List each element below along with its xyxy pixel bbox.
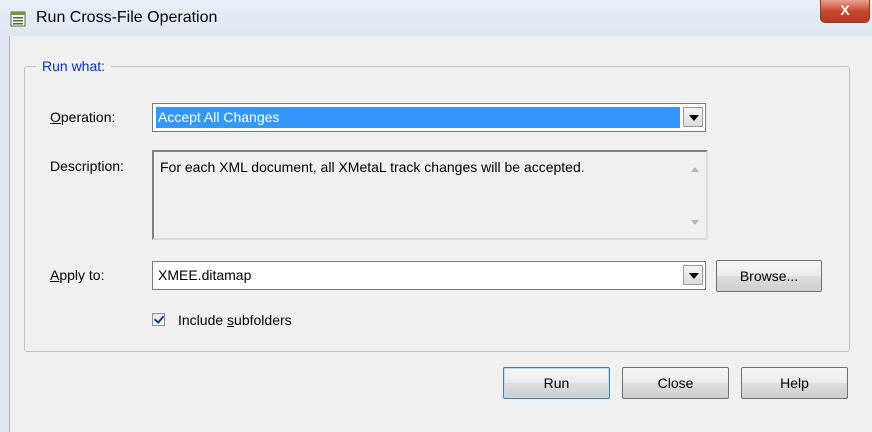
apply-to-combo[interactable]: XMEE.ditamap — [152, 261, 706, 290]
apply-to-label: Apply to: — [50, 267, 105, 283]
operation-label: Operation: — [50, 109, 116, 125]
operation-select[interactable]: Accept All Changes — [152, 103, 706, 132]
close-icon: X — [840, 2, 850, 18]
window-title: Run Cross-File Operation — [36, 9, 218, 26]
description-box: For each XML document, all XMetaL track … — [152, 150, 708, 240]
browse-button[interactable]: Browse... — [716, 260, 822, 292]
title-bar: Run Cross-File Operation — [0, 0, 872, 36]
chevron-down-icon[interactable] — [683, 107, 703, 127]
document-list-icon — [10, 11, 26, 27]
apply-to-value: XMEE.ditamap — [158, 267, 252, 283]
scroll-up-icon[interactable] — [691, 167, 699, 172]
run-button[interactable]: Run — [503, 367, 610, 399]
description-scrollbar[interactable] — [684, 152, 706, 238]
include-subfolders-label[interactable]: Include subfolders — [178, 312, 292, 328]
description-label: Description: — [50, 158, 124, 174]
close-button[interactable]: Close — [622, 367, 729, 399]
scroll-down-icon[interactable] — [691, 220, 699, 225]
operation-value: Accept All Changes — [156, 107, 680, 128]
include-subfolders-checkbox[interactable] — [152, 313, 165, 326]
close-window-button[interactable]: X — [820, 0, 870, 23]
help-button[interactable]: Help — [741, 367, 848, 399]
run-what-label: Run what: — [36, 58, 112, 74]
chevron-down-icon[interactable] — [683, 265, 703, 285]
description-text: For each XML document, all XMetaL track … — [160, 159, 585, 175]
